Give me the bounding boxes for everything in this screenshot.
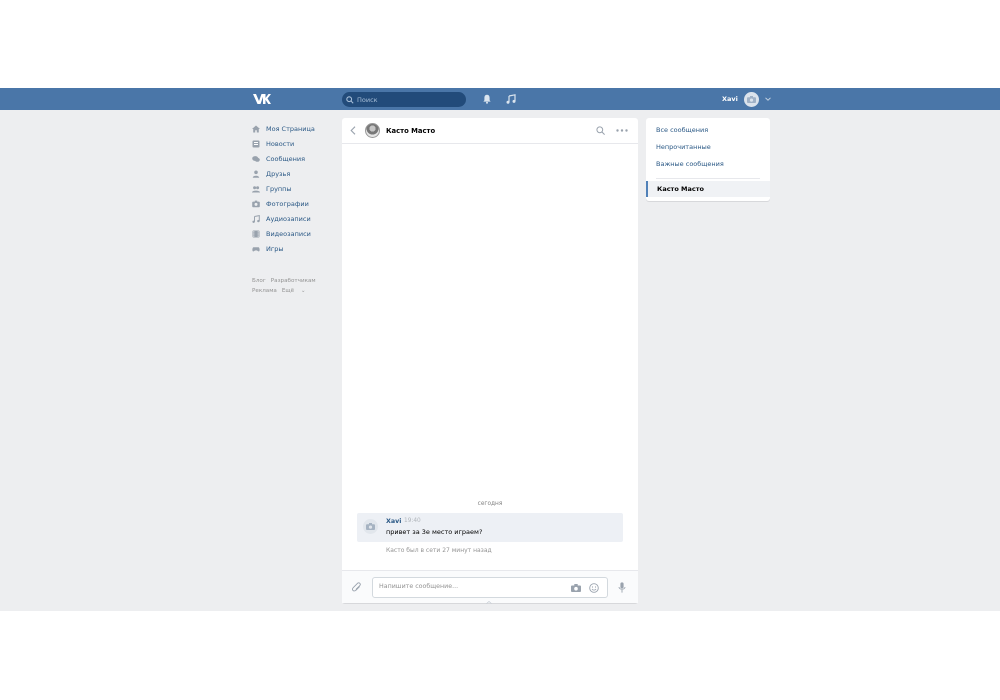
sidebar-item-label: Группы <box>266 184 292 193</box>
footer-link-blog[interactable]: Блог <box>252 278 266 284</box>
filter-important[interactable]: Важные сообщения <box>656 160 724 168</box>
sidebar-item-label: Аудиозаписи <box>266 214 311 223</box>
user-menu[interactable]: Xavi <box>722 91 771 107</box>
attach-icon[interactable] <box>352 582 362 593</box>
message-time: 19:40 <box>404 518 421 524</box>
games-icon <box>252 246 260 251</box>
search-icon <box>346 95 354 104</box>
sidebar-item-video[interactable]: Видеозаписи <box>252 226 337 241</box>
sidebar-item-label: Новости <box>266 139 295 148</box>
filter-all-messages[interactable]: Все сообщения <box>656 126 708 134</box>
sidebar-item-label: Друзья <box>266 169 291 178</box>
camera-icon <box>746 95 756 103</box>
sidebar-item-messages[interactable]: Сообщения <box>252 151 337 166</box>
sidebar-item-friends[interactable]: Друзья <box>252 166 337 181</box>
chat-header: Касто Масто <box>342 118 638 144</box>
chat-panel: Касто Масто сегодня Xavi 19:40 привет за… <box>342 118 638 604</box>
filter-unread[interactable]: Непрочитанные <box>656 143 711 151</box>
message-author[interactable]: Xavi <box>386 518 401 525</box>
message-item[interactable]: Xavi 19:40 привет за 3е место играем? <box>357 513 623 542</box>
friends-icon <box>252 170 260 178</box>
sidebar-item-label: Фотографии <box>266 199 309 208</box>
camera-icon <box>366 523 375 530</box>
sidebar-item-label: Сообщения <box>266 154 306 163</box>
chevron-down-icon[interactable] <box>765 97 771 101</box>
groups-icon <box>252 185 260 192</box>
audio-icon <box>252 214 260 223</box>
user-name[interactable]: Xavi <box>722 95 738 103</box>
bell-icon[interactable] <box>482 94 492 104</box>
peer-status: Касто был в сети 27 минут назад <box>386 547 492 554</box>
left-sidebar: Моя Страница Новости Сообщения Друзья Гр… <box>252 121 337 296</box>
sidebar-footer: Блог Разработчикам Реклама Ещё ⌄ <box>252 276 337 296</box>
divider <box>656 178 760 179</box>
avatar[interactable] <box>363 519 378 534</box>
message-composer <box>342 570 638 604</box>
video-icon <box>252 230 260 237</box>
date-separator: сегодня <box>477 501 503 507</box>
vk-logo-icon[interactable] <box>253 93 271 105</box>
footer-link-more[interactable]: Ещё ⌄ <box>282 288 311 294</box>
sidebar-item-photos[interactable]: Фотографии <box>252 196 337 211</box>
sidebar-item-label: Видеозаписи <box>266 229 311 238</box>
emoji-icon[interactable] <box>589 583 599 593</box>
sidebar-item-label: Моя Страница <box>266 124 315 133</box>
sidebar-item-audio[interactable]: Аудиозаписи <box>252 211 337 226</box>
sidebar-item-label: Игры <box>266 244 284 253</box>
peer-name[interactable]: Касто Масто <box>386 127 435 135</box>
vk-app: Xavi Моя Страница Новости Сообщения <box>0 88 1000 611</box>
avatar[interactable] <box>743 91 759 107</box>
search-icon[interactable] <box>596 126 605 135</box>
message-text: привет за 3е место играем? <box>386 528 483 536</box>
sidebar-item-groups[interactable]: Группы <box>252 181 337 196</box>
search-box[interactable] <box>342 92 466 107</box>
chevron-down-icon: ⌄ <box>300 288 306 294</box>
camera-icon[interactable] <box>571 584 581 592</box>
top-header: Xavi <box>0 88 1000 110</box>
messages-filter-panel: Все сообщения Непрочитанные Важные сообщ… <box>646 118 770 201</box>
sidebar-item-news[interactable]: Новости <box>252 136 337 151</box>
message-input-box[interactable] <box>372 577 608 598</box>
peer-avatar[interactable] <box>365 123 380 138</box>
footer-more-label: Ещё <box>281 288 295 294</box>
sidebar-item-games[interactable]: Игры <box>252 241 337 256</box>
more-icon[interactable] <box>616 129 628 132</box>
footer-link-ads[interactable]: Реклама <box>252 288 277 294</box>
home-icon <box>252 125 260 132</box>
microphone-icon[interactable] <box>618 582 626 593</box>
footer-link-developers[interactable]: Разработчикам <box>271 278 316 284</box>
messages-icon <box>252 155 260 162</box>
music-icon[interactable] <box>506 94 516 104</box>
message-input[interactable] <box>379 583 559 590</box>
photos-icon <box>252 200 260 207</box>
news-icon <box>252 140 260 147</box>
sidebar-item-my-page[interactable]: Моя Страница <box>252 121 337 136</box>
chevron-up-icon[interactable] <box>486 601 492 604</box>
back-arrow-icon[interactable] <box>350 126 356 135</box>
active-dialog-item[interactable]: Касто Масто <box>646 181 770 197</box>
search-input[interactable] <box>357 95 457 104</box>
